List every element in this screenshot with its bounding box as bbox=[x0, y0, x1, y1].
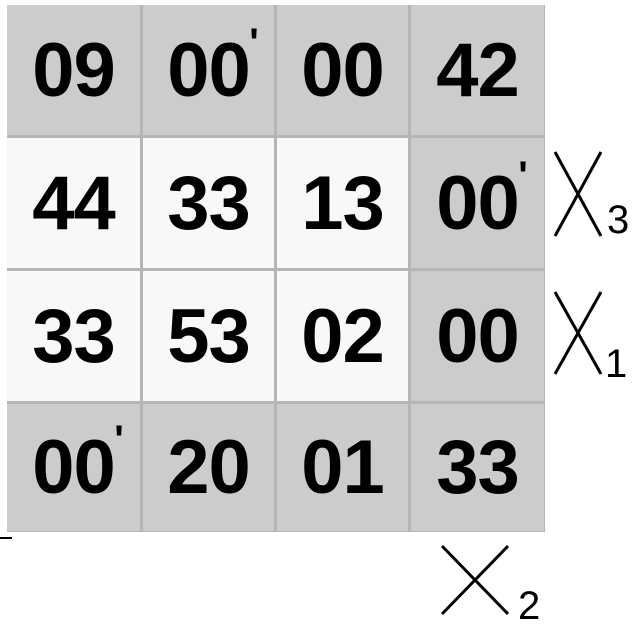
cell-value: 42 bbox=[436, 27, 520, 113]
map-cell-r3-c0: 00 ' bbox=[7, 404, 140, 531]
map-cell-r0-c0: 09 bbox=[7, 5, 140, 135]
variable-label-x3: 3 bbox=[551, 150, 636, 242]
x-glyph-icon bbox=[440, 544, 510, 616]
baseline-tick bbox=[0, 537, 12, 539]
cell-value: 00 bbox=[436, 160, 520, 246]
cell-tick-mark: ' bbox=[249, 20, 258, 65]
cell-value: 33 bbox=[436, 425, 520, 510]
map-cell-r2-c2: 02 bbox=[277, 271, 408, 401]
x-glyph-icon bbox=[553, 151, 603, 237]
map-cell-r3-c3: 33 bbox=[411, 404, 544, 531]
map-cell-r0-c1: 00 ' bbox=[143, 5, 274, 135]
cell-value: 44 bbox=[32, 160, 116, 246]
cell-value: 00 bbox=[32, 425, 116, 510]
cell-value: 53 bbox=[167, 293, 251, 379]
karnaugh-map-grid: 09 00 ' 00 42 44 33 13 00 ' 33 53 02 00 00… bbox=[7, 5, 545, 532]
cell-value: 20 bbox=[167, 425, 251, 510]
cell-value: 33 bbox=[32, 293, 116, 379]
cell-value: 09 bbox=[32, 27, 116, 113]
map-cell-r1-c0: 44 bbox=[7, 138, 140, 268]
cell-value: 00 bbox=[167, 27, 251, 113]
map-cell-r0-c3: 42 bbox=[411, 5, 544, 135]
cell-value: 33 bbox=[167, 160, 251, 246]
map-cell-r2-c0: 33 bbox=[7, 271, 140, 401]
variable-label-x2: 2 bbox=[438, 544, 558, 631]
variable-subscript: 3 bbox=[607, 198, 630, 242]
map-cell-r3-c2: 01 bbox=[277, 404, 408, 531]
x-glyph-icon bbox=[553, 291, 603, 375]
variable-label-x1: 1 bbox=[551, 290, 636, 390]
cell-value: 00 bbox=[301, 27, 385, 113]
map-cell-r1-c2: 13 bbox=[277, 138, 408, 268]
cell-value: 01 bbox=[301, 425, 385, 510]
cell-tick-mark: ' bbox=[518, 153, 527, 198]
map-cell-r0-c2: 00 bbox=[277, 5, 408, 135]
variable-subscript: 2 bbox=[518, 584, 541, 628]
map-cell-r3-c1: 20 bbox=[143, 404, 274, 531]
cell-value: 02 bbox=[301, 293, 385, 379]
map-cell-r1-c3: 00 ' bbox=[411, 138, 544, 268]
variable-subscript: 1 bbox=[605, 342, 628, 386]
map-cell-r2-c1: 53 bbox=[143, 271, 274, 401]
cell-value: 00 bbox=[436, 293, 520, 379]
cell-value: 13 bbox=[301, 160, 385, 246]
cell-tick-mark: ' bbox=[114, 418, 123, 462]
map-cell-r2-c3: 00 bbox=[411, 271, 544, 401]
map-cell-r1-c1: 33 bbox=[143, 138, 274, 268]
